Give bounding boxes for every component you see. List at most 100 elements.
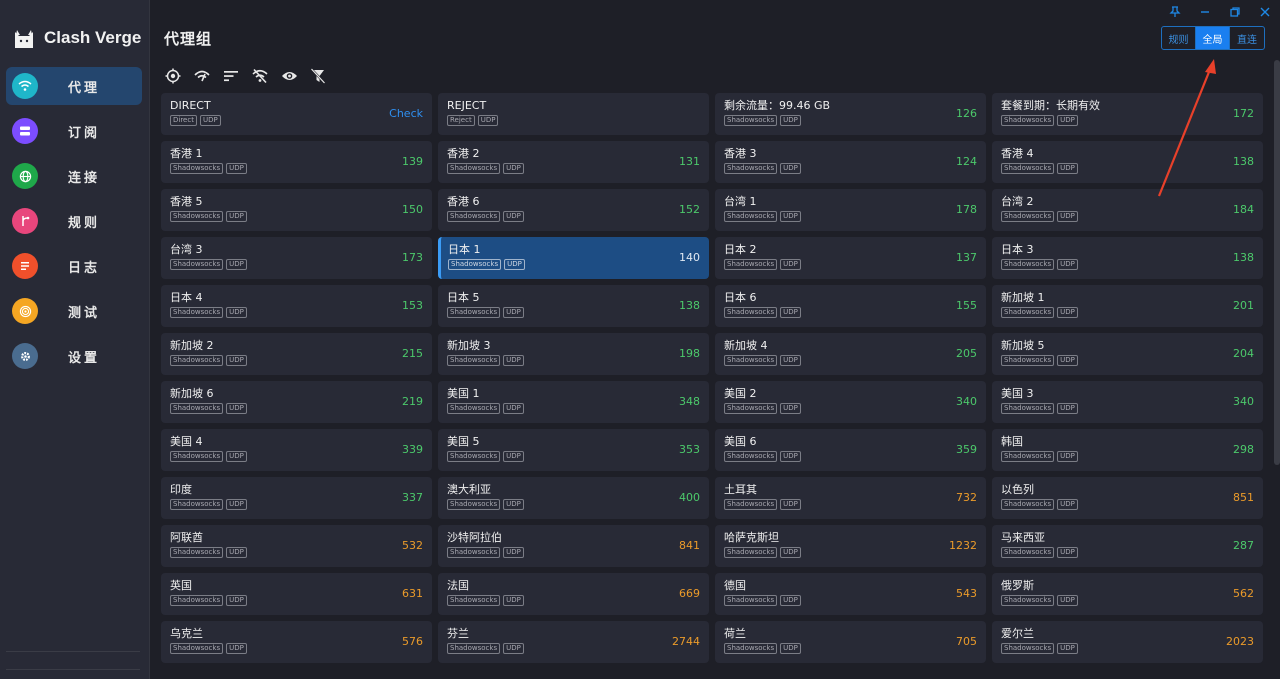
proxy-grid: DIRECT Direct UDP Check REJECT Reject UDP 剩余流量：… [161, 93, 1263, 663]
locate-icon[interactable] [164, 67, 182, 85]
proxy-card[interactable]: 新加坡 1 Shadowsocks UDP 201 [992, 285, 1263, 327]
proxy-delay: 152 [679, 203, 700, 216]
check-delay-button[interactable]: Check [389, 107, 423, 120]
proxy-card[interactable]: 俄罗斯 Shadowsocks UDP 562 [992, 573, 1263, 615]
proxy-delay: 287 [1233, 539, 1254, 552]
scrollbar[interactable] [1274, 60, 1280, 465]
proxy-card[interactable]: 台湾 3 Shadowsocks UDP 173 [161, 237, 432, 279]
proxy-card[interactable]: 新加坡 6 Shadowsocks UDP 219 [161, 381, 432, 423]
proxy-delay: 215 [402, 347, 423, 360]
proxy-card[interactable]: 英国 Shadowsocks UDP 631 [161, 573, 432, 615]
proxy-delay: 562 [1233, 587, 1254, 600]
sidebar-item-subscription[interactable]: 订阅 [6, 112, 142, 150]
proxy-card[interactable]: 沙特阿拉伯 Shadowsocks UDP 841 [438, 525, 709, 567]
proxy-card[interactable]: 爱尔兰 Shadowsocks UDP 2023 [992, 621, 1263, 663]
proxy-card[interactable]: 台湾 2 Shadowsocks UDP 184 [992, 189, 1263, 231]
proxy-card[interactable]: 新加坡 5 Shadowsocks UDP 204 [992, 333, 1263, 375]
proxy-card[interactable]: 香港 3 Shadowsocks UDP 124 [715, 141, 986, 183]
proxy-card[interactable]: 以色列 Shadowsocks UDP 851 [992, 477, 1263, 519]
proxy-card[interactable]: 香港 6 Shadowsocks UDP 152 [438, 189, 709, 231]
mode-global-button[interactable]: 全局 [1196, 27, 1230, 49]
proxy-tags: Direct UDP [170, 115, 423, 126]
eye-icon[interactable] [280, 67, 298, 85]
sidebar-item-connections[interactable]: 连接 [6, 157, 142, 195]
proxy-tags: Shadowsocks UDP [1001, 259, 1254, 270]
proxy-name: 美国 1 [447, 387, 480, 400]
proxy-card[interactable]: 阿联酋 Shadowsocks UDP 532 [161, 525, 432, 567]
udp-tag: UDP [503, 547, 524, 558]
proxy-card[interactable]: 乌克兰 Shadowsocks UDP 576 [161, 621, 432, 663]
proxy-card[interactable]: 澳大利亚 Shadowsocks UDP 400 [438, 477, 709, 519]
proxy-delay: 153 [402, 299, 423, 312]
proxy-card[interactable]: 美国 3 Shadowsocks UDP 340 [992, 381, 1263, 423]
proxy-card[interactable]: 台湾 1 Shadowsocks UDP 178 [715, 189, 986, 231]
sidebar-item-test[interactable]: 测试 [6, 292, 142, 330]
sidebar-item-proxy[interactable]: 代理 [6, 67, 142, 105]
proxy-card[interactable]: 香港 4 Shadowsocks UDP 138 [992, 141, 1263, 183]
filter-off-icon[interactable] [251, 67, 269, 85]
close-icon[interactable] [1256, 3, 1274, 21]
proxy-type-tag: Direct [170, 115, 197, 126]
proxy-card[interactable]: 法国 Shadowsocks UDP 669 [438, 573, 709, 615]
app-title: Clash Verge [44, 28, 142, 47]
udp-tag: UDP [503, 595, 524, 606]
minimize-icon[interactable] [1196, 3, 1214, 21]
proxy-card[interactable]: 香港 2 Shadowsocks UDP 131 [438, 141, 709, 183]
proxy-delay: 184 [1233, 203, 1254, 216]
proxy-card[interactable]: 美国 2 Shadowsocks UDP 340 [715, 381, 986, 423]
proxy-card[interactable]: 香港 1 Shadowsocks UDP 139 [161, 141, 432, 183]
proxy-card[interactable]: 荷兰 Shadowsocks UDP 705 [715, 621, 986, 663]
proxy-card[interactable]: 美国 5 Shadowsocks UDP 353 [438, 429, 709, 471]
proxy-card[interactable]: 日本 6 Shadowsocks UDP 155 [715, 285, 986, 327]
proxy-type-tag: Shadowsocks [1001, 499, 1055, 510]
proxy-card[interactable]: 日本 4 Shadowsocks UDP 153 [161, 285, 432, 327]
proxy-card[interactable]: REJECT Reject UDP [438, 93, 709, 135]
proxy-name: 新加坡 2 [170, 339, 214, 352]
proxy-card[interactable]: 剩余流量：99.46 GB Shadowsocks UDP 126 [715, 93, 986, 135]
proxy-card[interactable]: 新加坡 4 Shadowsocks UDP 205 [715, 333, 986, 375]
proxy-card[interactable]: 德国 Shadowsocks UDP 543 [715, 573, 986, 615]
proxy-card[interactable]: 新加坡 3 Shadowsocks UDP 198 [438, 333, 709, 375]
proxy-card[interactable]: 土耳其 Shadowsocks UDP 732 [715, 477, 986, 519]
restore-icon[interactable] [1226, 3, 1244, 21]
mode-rule-button[interactable]: 规则 [1162, 27, 1196, 49]
proxy-type-tag: Shadowsocks [170, 355, 224, 366]
proxy-name: 香港 5 [170, 195, 203, 208]
udp-tag: UDP [503, 451, 524, 462]
proxy-card[interactable]: 日本 1 Shadowsocks UDP 140 [438, 237, 709, 279]
proxy-card[interactable]: 印度 Shadowsocks UDP 337 [161, 477, 432, 519]
proxy-delay: 155 [956, 299, 977, 312]
proxy-card[interactable]: 哈萨克斯坦 Shadowsocks UDP 1232 [715, 525, 986, 567]
sidebar-item-settings[interactable]: 设置 [6, 337, 142, 375]
proxy-name: 美国 5 [447, 435, 480, 448]
proxy-type-tag: Shadowsocks [1001, 259, 1055, 270]
proxy-delay: 631 [402, 587, 423, 600]
proxy-card[interactable]: 日本 3 Shadowsocks UDP 138 [992, 237, 1263, 279]
proxy-tags: Shadowsocks UDP [170, 595, 423, 606]
proxy-card[interactable]: 套餐到期：长期有效 Shadowsocks UDP 172 [992, 93, 1263, 135]
sidebar-item-label: 设置 [68, 350, 101, 366]
proxy-delay: 204 [1233, 347, 1254, 360]
proxy-delay: 705 [956, 635, 977, 648]
proxy-name: 印度 [170, 483, 192, 496]
proxy-card[interactable]: 马来西亚 Shadowsocks UDP 287 [992, 525, 1263, 567]
proxy-card[interactable]: 芬兰 Shadowsocks UDP 2744 [438, 621, 709, 663]
url-filter-icon[interactable] [309, 67, 327, 85]
sidebar-item-rules[interactable]: 规则 [6, 202, 142, 240]
proxy-card[interactable]: 美国 6 Shadowsocks UDP 359 [715, 429, 986, 471]
proxy-card[interactable]: 美国 4 Shadowsocks UDP 339 [161, 429, 432, 471]
proxy-type-tag: Shadowsocks [724, 115, 778, 126]
pin-icon[interactable] [1166, 3, 1184, 21]
proxy-card[interactable]: 日本 2 Shadowsocks UDP 137 [715, 237, 986, 279]
proxy-card[interactable]: 新加坡 2 Shadowsocks UDP 215 [161, 333, 432, 375]
speed-test-icon[interactable] [193, 67, 211, 85]
sidebar-item-logs[interactable]: 日志 [6, 247, 142, 285]
proxy-card[interactable]: 韩国 Shadowsocks UDP 298 [992, 429, 1263, 471]
mode-direct-button[interactable]: 直连 [1230, 27, 1264, 49]
sort-icon[interactable] [222, 67, 240, 85]
proxy-card[interactable]: 日本 5 Shadowsocks UDP 138 [438, 285, 709, 327]
proxy-card[interactable]: 美国 1 Shadowsocks UDP 348 [438, 381, 709, 423]
udp-tag: UDP [226, 499, 247, 510]
proxy-card[interactable]: 香港 5 Shadowsocks UDP 150 [161, 189, 432, 231]
proxy-card[interactable]: DIRECT Direct UDP Check [161, 93, 432, 135]
